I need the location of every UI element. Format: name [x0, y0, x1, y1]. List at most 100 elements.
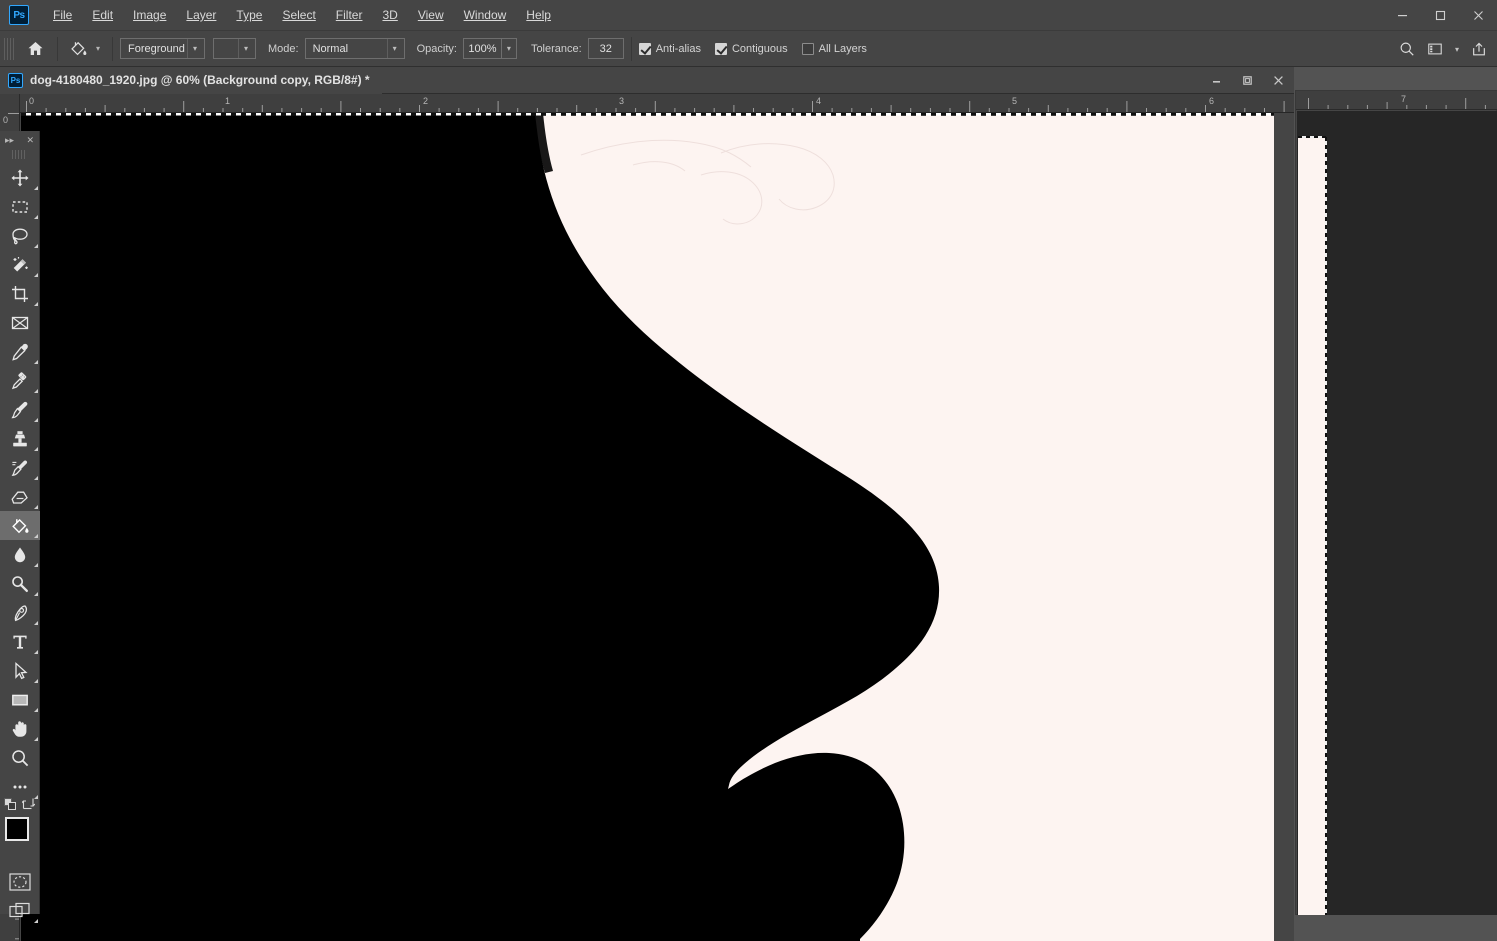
app-minimize-button[interactable] — [1383, 0, 1421, 31]
tool-preset-picker[interactable]: ▾ — [65, 36, 105, 62]
workspace-dropdown-button[interactable]: ▾ — [1449, 35, 1465, 63]
tool-flyout-indicator — [34, 621, 38, 625]
document-close-button[interactable] — [1263, 67, 1294, 94]
brush-tool[interactable] — [0, 395, 40, 424]
contiguous-checkbox[interactable]: Contiguous — [714, 42, 788, 55]
opacity-label: Opacity: — [416, 42, 457, 55]
background-document-window[interactable]: 7 — [1295, 90, 1497, 915]
photoshop-logo-icon: Ps — [9, 5, 29, 25]
horizontal-ruler[interactable]: 0 1 2 3 4 5 6 — [0, 94, 1294, 113]
rectangle-tool[interactable] — [0, 685, 40, 714]
menu-help[interactable]: Help — [516, 4, 561, 26]
selection-ants-base — [21, 113, 1274, 116]
menu-layer[interactable]: Layer — [176, 4, 226, 26]
magnifier-icon — [12, 749, 29, 766]
eyedropper-tool[interactable] — [0, 337, 40, 366]
tools-panel-grip[interactable] — [12, 150, 27, 159]
double-chevron-right-icon[interactable]: ▸▸ — [5, 135, 14, 146]
paint-bucket-icon — [65, 37, 91, 61]
history-brush-icon — [11, 459, 28, 476]
screen-mode-button[interactable] — [0, 896, 40, 925]
menu-type[interactable]: Type — [226, 4, 272, 26]
pattern-picker[interactable]: ▾ — [213, 38, 256, 59]
all-layers-checkbox[interactable]: All Layers — [801, 42, 867, 55]
menu-image[interactable]: Image — [123, 4, 176, 26]
menu-3d[interactable]: 3D — [372, 4, 407, 26]
fill-source-value: Foreground — [128, 42, 185, 55]
close-icon[interactable]: ✕ — [26, 135, 34, 146]
search-button[interactable] — [1393, 35, 1421, 63]
magic-wand-tool[interactable] — [0, 250, 40, 279]
zoom-tool[interactable] — [0, 743, 40, 772]
spot-healing-brush-tool[interactable] — [0, 366, 40, 395]
app-close-button[interactable] — [1459, 0, 1497, 31]
quick-mask-button[interactable] — [0, 867, 40, 896]
menu-window[interactable]: Window — [454, 4, 517, 26]
background-marching-ants-top — [1298, 136, 1326, 138]
type-tool[interactable] — [0, 627, 40, 656]
ruler-label: 1 — [225, 96, 231, 106]
menu-select[interactable]: Select — [272, 4, 325, 26]
blend-mode-select[interactable]: Normal ▾ — [304, 38, 405, 59]
app-maximize-button[interactable] — [1421, 0, 1459, 31]
document-restore-button[interactable] — [1232, 67, 1263, 94]
tool-flyout-indicator — [34, 186, 38, 190]
history-brush-tool[interactable] — [0, 453, 40, 482]
background-marching-ants — [1325, 137, 1327, 915]
divider — [630, 36, 632, 61]
menu-edit[interactable]: Edit — [82, 4, 123, 26]
blend-mode-value: Normal — [312, 42, 349, 55]
hand-tool[interactable] — [0, 714, 40, 743]
lasso-icon — [12, 228, 28, 244]
background-document-canvas[interactable] — [1297, 111, 1497, 915]
tool-flyout-indicator — [34, 418, 38, 422]
tool-flyout-indicator — [34, 389, 38, 393]
close-icon — [1473, 11, 1483, 20]
tool-flyout-indicator — [34, 505, 38, 509]
fill-source-select[interactable]: Foreground ▾ — [120, 38, 205, 59]
ps-document-icon: Ps — [8, 72, 23, 88]
workspace-button[interactable] — [1421, 35, 1449, 63]
brush-icon — [11, 401, 28, 418]
menu-file[interactable]: File — [43, 4, 82, 26]
menu-layer-label: Layer — [186, 8, 217, 22]
magic-wand-icon — [13, 256, 28, 271]
crop-tool[interactable] — [0, 279, 40, 308]
menu-filter[interactable]: Filter — [326, 4, 373, 26]
blur-tool[interactable] — [0, 540, 40, 569]
home-button[interactable] — [20, 36, 50, 62]
share-button[interactable] — [1465, 35, 1493, 63]
divider — [112, 36, 113, 61]
anti-alias-checkbox[interactable]: Anti-alias — [638, 42, 701, 55]
menu-view[interactable]: View — [408, 4, 454, 26]
ruler-label: 5 — [1012, 96, 1018, 106]
pen-icon — [14, 604, 28, 621]
ruler-corner[interactable] — [0, 94, 20, 113]
image-canvas[interactable] — [21, 113, 1274, 941]
default-colors-icon[interactable] — [4, 798, 16, 810]
clone-stamp-icon — [13, 430, 27, 446]
path-selection-tool[interactable] — [0, 656, 40, 685]
background-ruler-ticks — [1308, 98, 1486, 109]
options-bar-grip[interactable] — [4, 37, 14, 60]
document-tab[interactable]: Ps dog-4180480_1920.jpg @ 60% (Backgroun… — [0, 66, 382, 94]
document-minimize-button[interactable] — [1201, 67, 1232, 94]
opacity-dropdown-icon[interactable]: ▾ — [500, 38, 517, 59]
pen-tool[interactable] — [0, 598, 40, 627]
opacity-input[interactable]: 100% — [462, 38, 501, 59]
menu-file-label: File — [53, 8, 73, 22]
move-tool[interactable] — [0, 163, 40, 192]
swap-colors-icon[interactable] — [21, 797, 36, 810]
ruler-label: 3 — [619, 96, 625, 106]
eraser-tool[interactable] — [0, 482, 40, 511]
app-window-controls — [1383, 0, 1497, 31]
tolerance-input[interactable]: 32 — [587, 38, 624, 59]
type-t-icon — [13, 635, 27, 649]
clone-stamp-tool[interactable] — [0, 424, 40, 453]
lasso-tool[interactable] — [0, 221, 40, 250]
foreground-color-swatch[interactable] — [5, 817, 29, 841]
rectangular-marquee-tool[interactable] — [0, 192, 40, 221]
frame-tool[interactable] — [0, 308, 40, 337]
dodge-tool[interactable] — [0, 569, 40, 598]
paint-bucket-tool[interactable] — [0, 511, 40, 540]
